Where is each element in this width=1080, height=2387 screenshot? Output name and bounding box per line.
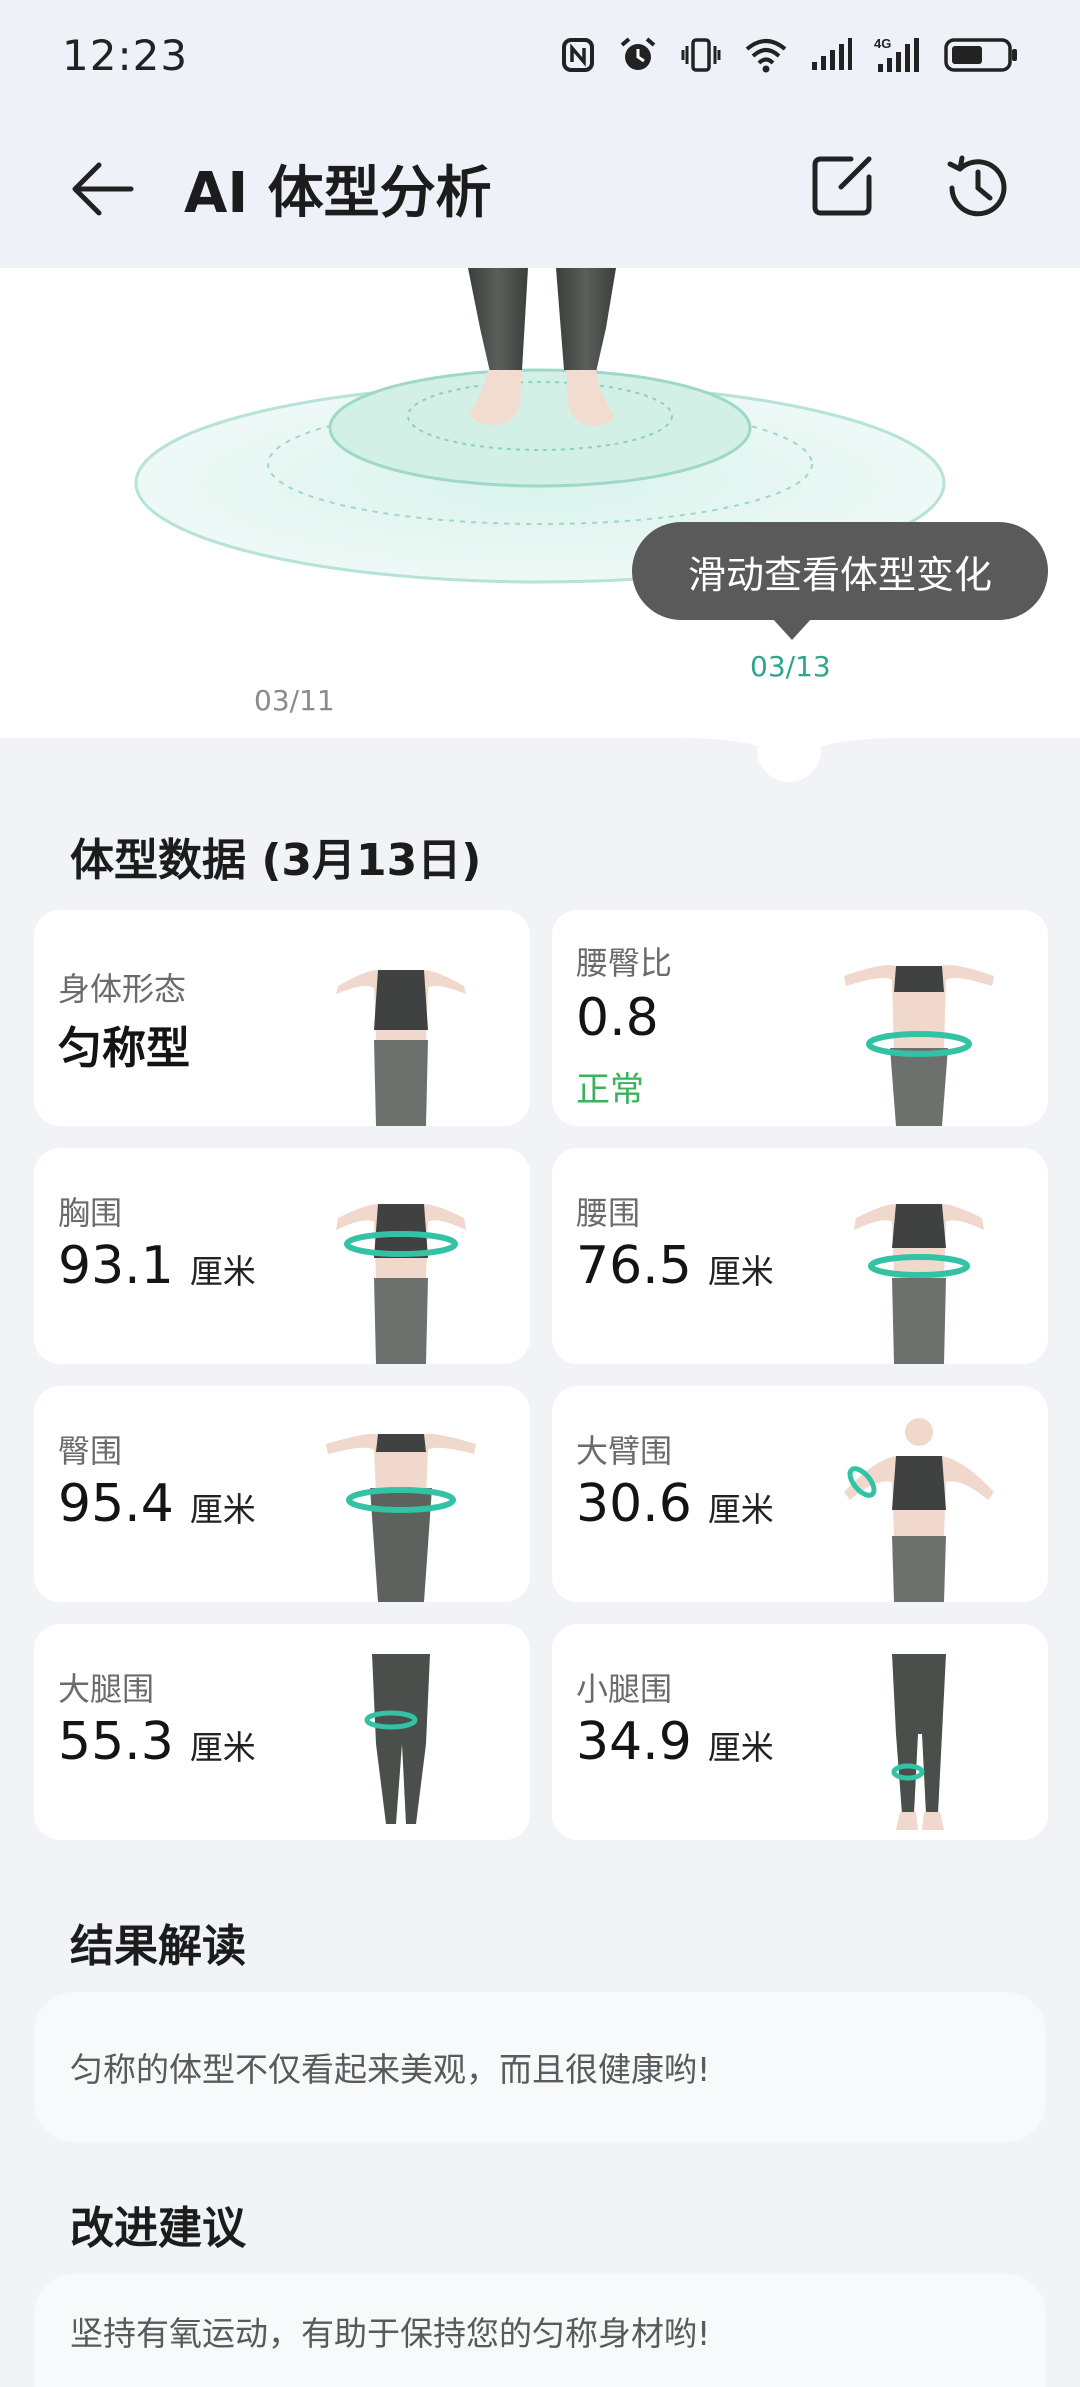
metric-card-chest[interactable]: 胸围 93.1 厘米 — [34, 1148, 530, 1364]
metric-value: 76.5 — [576, 1236, 692, 1296]
app-header: AI 体型分析 — [0, 110, 1080, 268]
wifi-icon — [745, 39, 787, 73]
metric-label: 腰围 — [576, 1194, 641, 1232]
metric-value-row: 95.4 厘米 — [58, 1474, 256, 1534]
history-icon — [947, 155, 1007, 217]
arm-figure-icon — [844, 1418, 994, 1602]
metric-label: 小腿围 — [576, 1670, 673, 1708]
status-time: 12:23 — [62, 30, 189, 80]
metric-value-row: 55.3 厘米 — [58, 1712, 256, 1772]
interpretation-text: 匀称的体型不仅看起来美观，而且很健康哟! — [34, 1992, 1046, 2142]
metric-value-row: 34.9 厘米 — [576, 1712, 774, 1772]
suggestion-text: 坚持有氧运动，有助于保持您的匀称身材哟! — [34, 2274, 1046, 2387]
metric-label: 腰臀比 — [576, 944, 673, 982]
tooltip-arrow — [772, 618, 812, 640]
metric-unit: 厘米 — [707, 1490, 774, 1529]
status-icons: 4G — [560, 36, 1018, 74]
svg-text:4G: 4G — [874, 36, 891, 51]
metric-card-upper-arm[interactable]: 大臂围 30.6 厘米 — [552, 1386, 1048, 1602]
metric-unit: 厘米 — [707, 1728, 774, 1767]
metric-value: 30.6 — [576, 1474, 692, 1534]
metric-label: 臀围 — [58, 1432, 123, 1470]
metric-value: 匀称型 — [58, 1023, 190, 1074]
suggestion-title: 改进建议 — [70, 2203, 246, 2254]
metric-label: 大腿围 — [58, 1670, 155, 1708]
interpretation-title: 结果解读 — [70, 1921, 246, 1972]
calf-figure-icon — [891, 1654, 946, 1830]
waist-figure-icon — [844, 965, 994, 1126]
chest-figure-icon — [336, 1204, 466, 1364]
timeline-date-selected[interactable]: 03/13 — [750, 650, 831, 683]
nfc-icon — [562, 38, 594, 72]
metric-card-waist[interactable]: 腰围 76.5 厘米 — [552, 1148, 1048, 1364]
timeline-date[interactable]: 03/11 — [254, 684, 335, 717]
alarm-icon — [620, 37, 656, 70]
metric-value-row: 76.5 厘米 — [576, 1236, 774, 1296]
vibrate-icon — [681, 38, 721, 72]
swipe-hint-tooltip: 滑动查看体型变化 — [632, 522, 1048, 620]
metric-label: 胸围 — [58, 1194, 123, 1232]
history-button[interactable] — [940, 150, 1016, 226]
body-model-viewer[interactable]: 滑动查看体型变化 03/11 03/13 — [0, 268, 1080, 738]
metric-value-row: 0.8 — [576, 988, 659, 1048]
metric-unit: 厘米 — [189, 1490, 256, 1529]
body-model-illustration — [134, 268, 946, 584]
metric-unit: 厘米 — [707, 1252, 774, 1291]
status-badge: 正常 — [576, 1070, 644, 1110]
back-arrow-icon — [72, 162, 134, 216]
edit-button[interactable] — [806, 150, 878, 222]
signal-icon — [812, 38, 852, 70]
page-title: AI 体型分析 — [184, 161, 492, 226]
metric-value: 95.4 — [58, 1474, 174, 1534]
timeline-selector[interactable] — [0, 738, 1080, 798]
waist-figure-icon — [854, 1204, 984, 1364]
torso-figure-icon — [336, 970, 466, 1126]
status-bar: 12:23 4G — [0, 0, 1080, 110]
metric-value: 55.3 — [58, 1712, 174, 1772]
body-data-title: 体型数据 (3月13日) — [70, 835, 482, 886]
back-button[interactable] — [64, 154, 140, 224]
metric-label: 身体形态 — [58, 970, 187, 1008]
hip-figure-icon — [326, 1433, 476, 1602]
signal-4g-icon: 4G — [874, 36, 919, 72]
metric-card-body-shape[interactable]: 身体形态 匀称型 — [34, 910, 530, 1126]
metric-label: 大臂围 — [576, 1432, 673, 1470]
edit-icon — [812, 156, 872, 216]
metric-value-row: 30.6 厘米 — [576, 1474, 774, 1534]
metric-unit: 厘米 — [189, 1252, 256, 1291]
metric-card-thigh[interactable]: 大腿围 55.3 厘米 — [34, 1624, 530, 1840]
thigh-figure-icon — [364, 1654, 430, 1824]
metric-value: 34.9 — [576, 1712, 692, 1772]
metric-unit: 厘米 — [189, 1728, 256, 1767]
metric-card-hip[interactable]: 臀围 95.4 厘米 — [34, 1386, 530, 1602]
metric-value-row: 匀称型 — [58, 1012, 190, 1076]
battery-icon — [944, 38, 1017, 72]
metric-value-row: 93.1 厘米 — [58, 1236, 256, 1296]
metric-value: 0.8 — [576, 988, 659, 1048]
metric-card-waist-hip-ratio[interactable]: 腰臀比 0.8 正常 — [552, 910, 1048, 1126]
metric-value: 93.1 — [58, 1236, 174, 1296]
timeline-knob — [757, 738, 821, 782]
metric-card-calf[interactable]: 小腿围 34.9 厘米 — [552, 1624, 1048, 1840]
